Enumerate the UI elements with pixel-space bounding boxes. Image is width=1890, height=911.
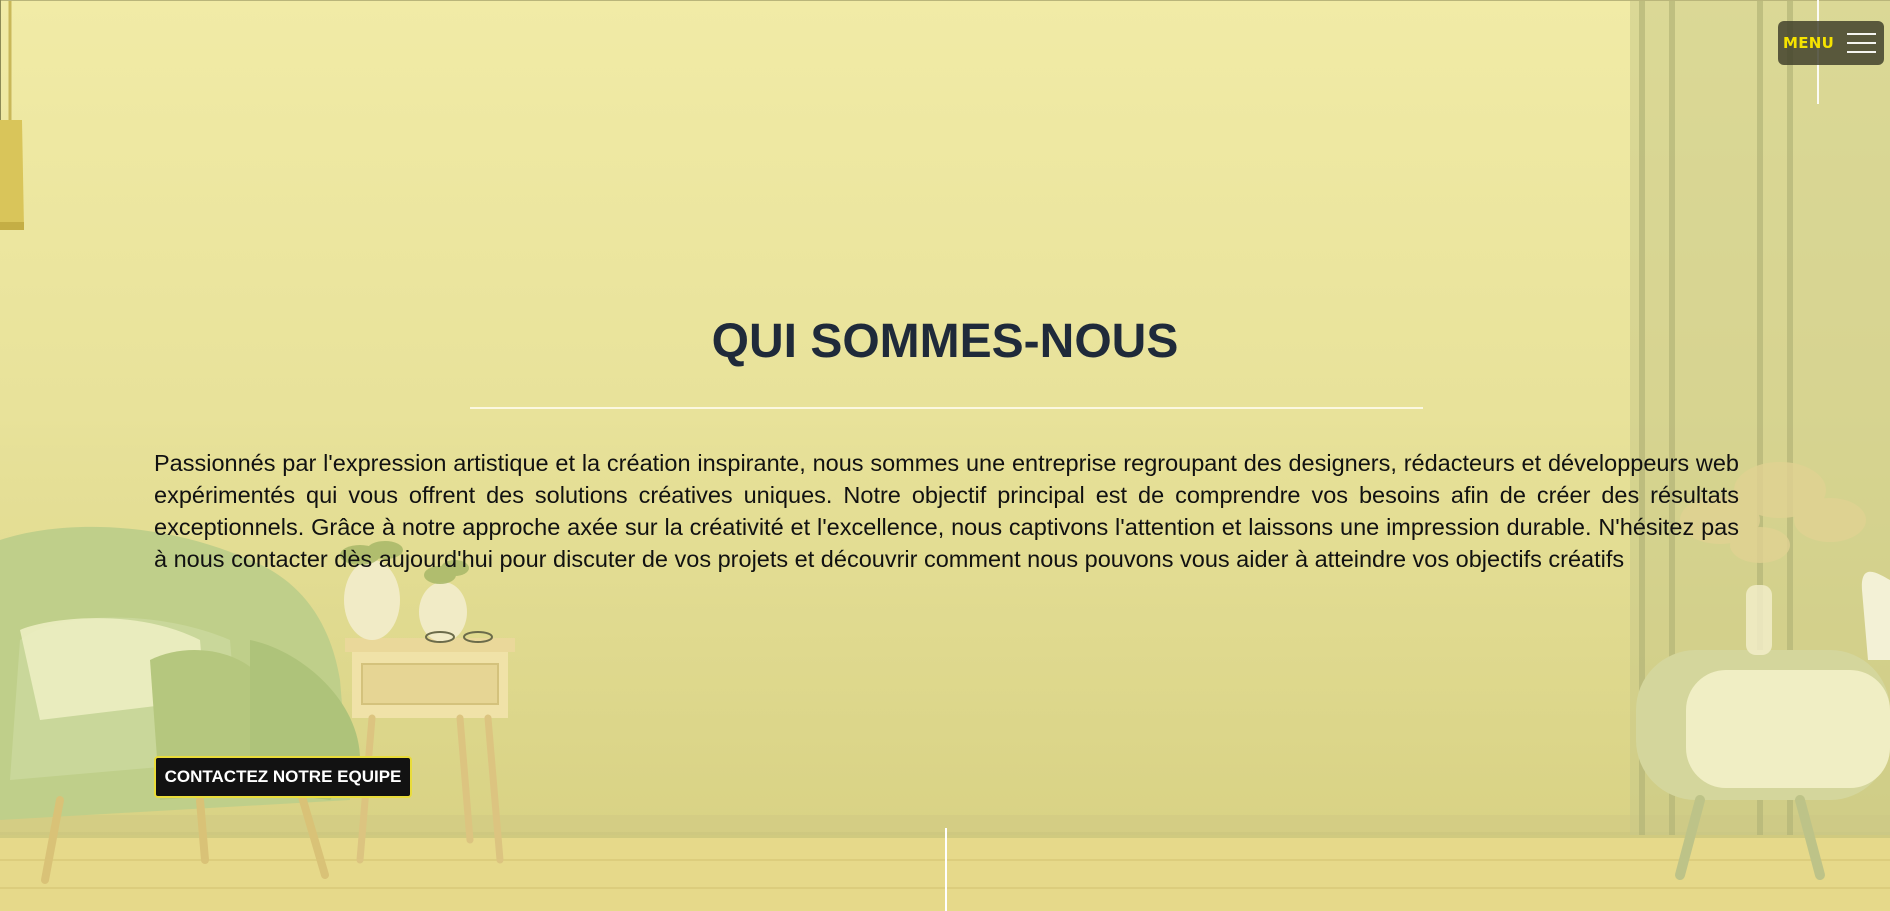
left-border: [0, 0, 1, 120]
top-border: [0, 0, 1890, 1]
menu-button[interactable]: MENU: [1778, 21, 1884, 65]
page-title: QUI SOMMES-NOUS: [711, 315, 1179, 368]
intro-paragraph: Passionnés par l'expression artistique e…: [154, 450, 1739, 572]
hamburger-icon: [1847, 33, 1876, 53]
title-divider: [470, 407, 1423, 409]
contact-team-button[interactable]: CONTACTEZ NOTRE EQUIPE: [154, 756, 412, 798]
menu-label: MENU: [1783, 34, 1835, 52]
scroll-indicator-line: [945, 828, 947, 911]
